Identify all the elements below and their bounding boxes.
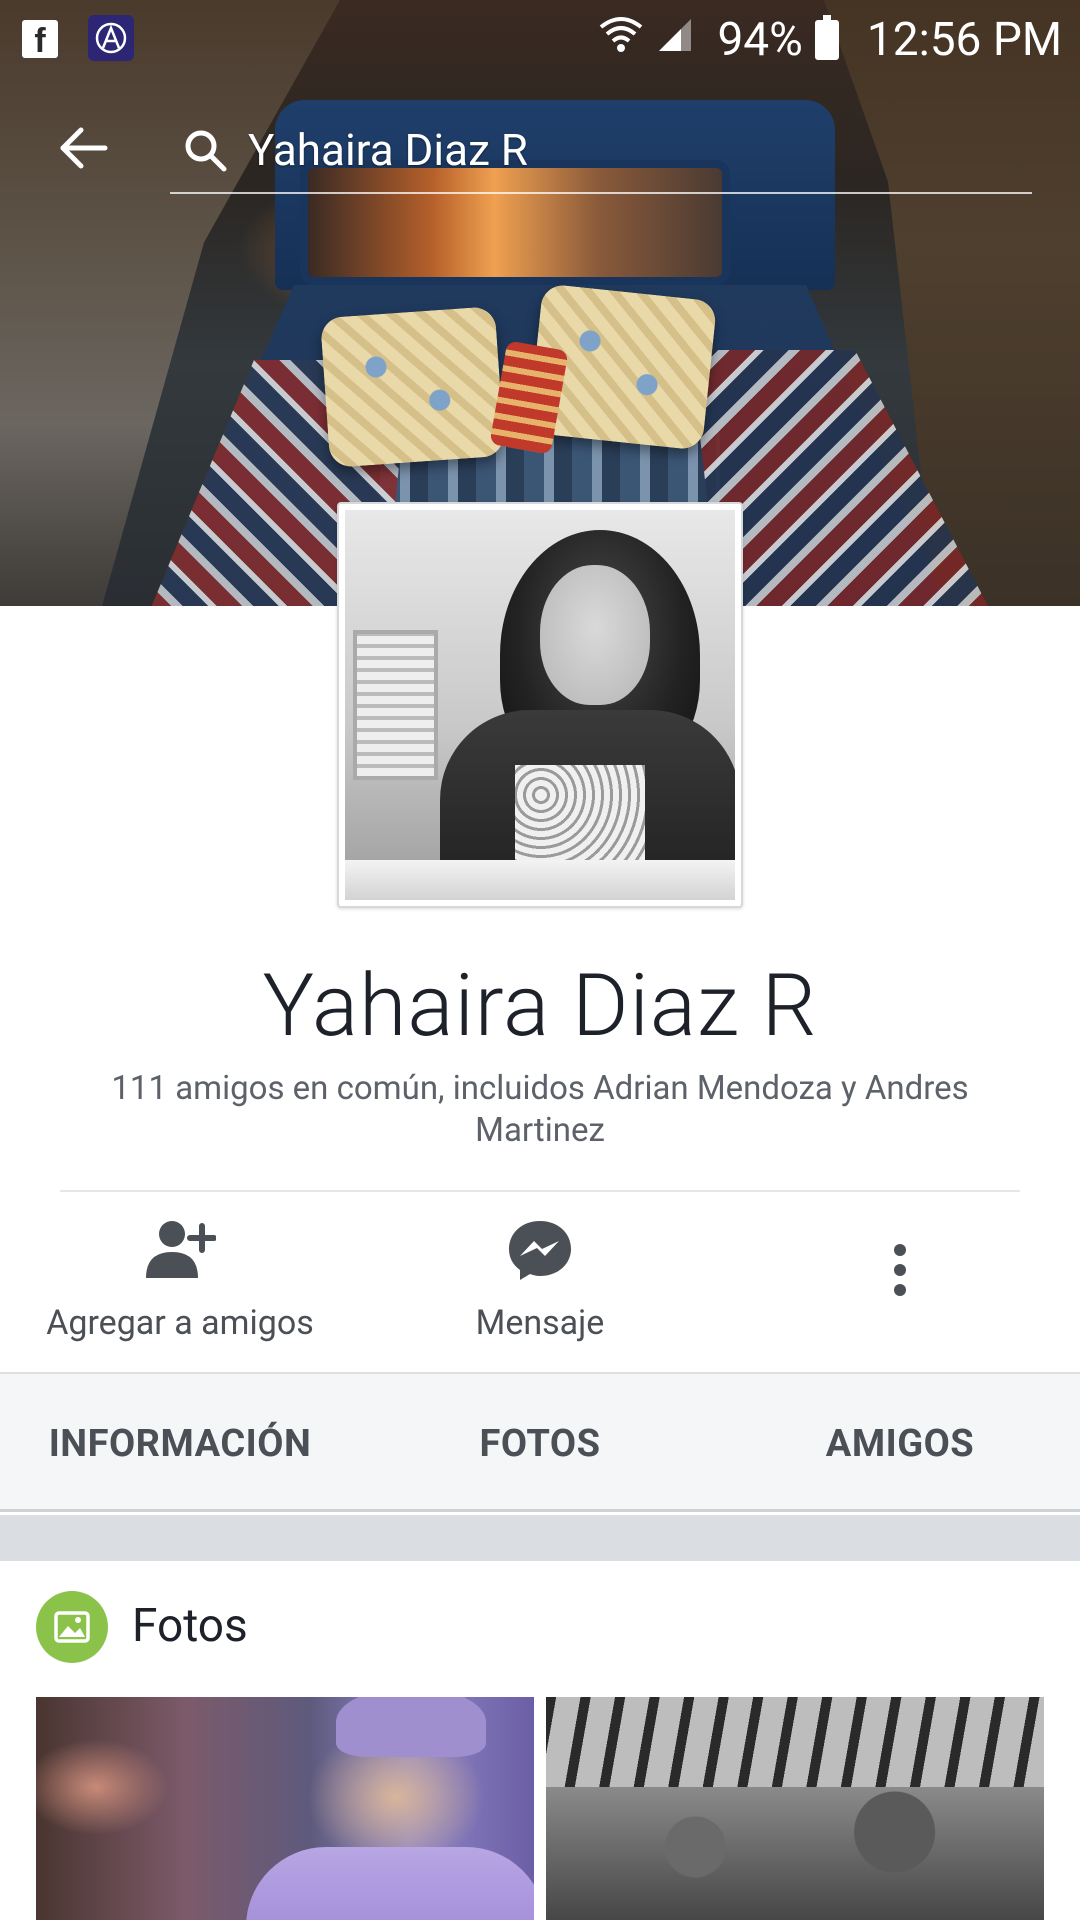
profile-picture[interactable]: [337, 502, 743, 908]
photo-thumbnail[interactable]: [36, 1697, 534, 1920]
battery-percent: 94%: [717, 13, 803, 67]
mutual-friends-text[interactable]: 111 amigos en común, incluidos Adrian Me…: [60, 1068, 1020, 1152]
photos-section-title[interactable]: Fotos: [132, 1599, 248, 1653]
back-button[interactable]: [48, 118, 118, 178]
divider: [60, 1190, 1020, 1192]
message-button[interactable]: Mensaje: [370, 1215, 710, 1355]
profile-photo: [345, 510, 735, 900]
photo-cap: [336, 1697, 486, 1757]
add-friend-button[interactable]: Agregar a amigos: [10, 1215, 350, 1355]
photo-background-window: [353, 630, 438, 780]
profile-tabs: INFORMACIÓN FOTOS AMIGOS: [0, 1372, 1080, 1512]
tab-amigos[interactable]: AMIGOS: [720, 1374, 1080, 1514]
photo-desk: [345, 860, 735, 900]
message-label: Mensaje: [475, 1303, 605, 1343]
section-separator: [0, 1515, 1080, 1561]
add-friend-label: Agregar a amigos: [46, 1303, 314, 1343]
photos-section: Fotos: [0, 1561, 1080, 1920]
photo-pergola: [546, 1697, 1044, 1787]
add-friend-icon: [144, 1215, 216, 1285]
tab-informacion[interactable]: INFORMACIÓN: [0, 1374, 360, 1514]
profile-name: Yahaira Diaz R: [262, 955, 818, 1056]
facebook-notification-icon: f: [22, 20, 58, 58]
more-options-button[interactable]: [730, 1215, 1070, 1355]
messenger-icon: [507, 1215, 573, 1285]
search-input[interactable]: Yahaira Diaz R: [170, 108, 1032, 194]
more-vertical-icon: [890, 1215, 910, 1325]
back-arrow-icon: [60, 127, 108, 169]
search-query: Yahaira Diaz R: [248, 124, 528, 176]
photos-icon: [36, 1591, 108, 1663]
photo-shirt: [246, 1847, 534, 1920]
tab-fotos[interactable]: FOTOS: [360, 1374, 720, 1514]
battery-icon: [814, 15, 839, 60]
search-icon: [180, 125, 230, 175]
photo-thumbnail[interactable]: [546, 1697, 1044, 1920]
wifi-icon: [599, 13, 643, 67]
status-bar: f 94% 12:56 PM: [0, 0, 1080, 78]
clock: 12:56 PM: [866, 13, 1062, 67]
cover-pillow: [319, 306, 506, 468]
signal-icon: [655, 13, 695, 67]
app-notification-icon: [88, 15, 134, 61]
photo-face: [540, 565, 650, 705]
photo-trees: [546, 1787, 1044, 1920]
